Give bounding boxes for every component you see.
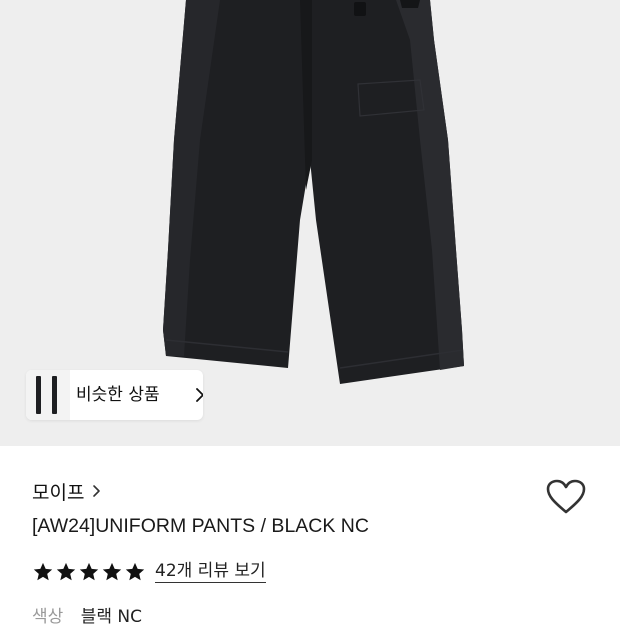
star-icon <box>79 562 99 581</box>
product-title: [AW24]UNIFORM PANTS / BLACK NC <box>32 515 369 537</box>
product-image[interactable]: 비슷한 상품 <box>0 0 620 446</box>
option-value: 블랙 NC <box>80 607 142 627</box>
star-rating <box>32 561 146 583</box>
star-icon <box>125 562 145 581</box>
similar-product-thumbnail <box>26 370 70 420</box>
heart-outline-icon[interactable] <box>545 478 587 516</box>
star-icon <box>102 562 122 581</box>
similar-products-label: 비슷한 상품 <box>76 385 160 405</box>
color-option: 색상 블랙 NC <box>32 602 142 627</box>
brand-name: 모이프 <box>32 481 85 504</box>
star-icon <box>33 562 53 581</box>
brand-link[interactable]: 모이프 <box>32 477 101 505</box>
star-icon <box>56 562 76 581</box>
review-link[interactable]: 42개 리뷰 보기 <box>155 561 266 583</box>
rating-row: 42개 리뷰 보기 <box>32 558 266 586</box>
similar-products-button[interactable]: 비슷한 상품 <box>26 370 203 420</box>
chevron-right-icon <box>92 483 101 502</box>
option-label: 색상 <box>32 607 64 627</box>
